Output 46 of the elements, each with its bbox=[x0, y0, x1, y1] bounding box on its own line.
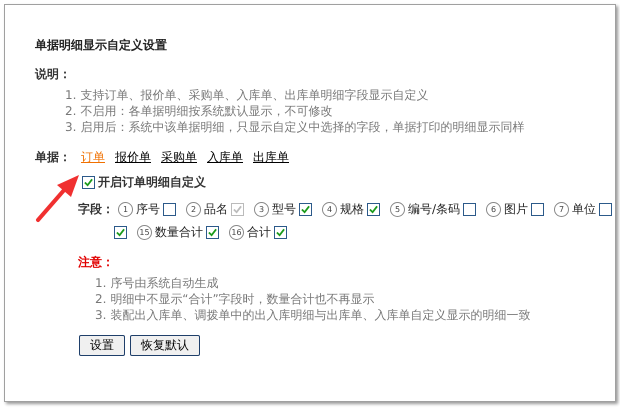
field-label: 编号/条码 bbox=[408, 200, 460, 218]
field-label: 图片 bbox=[504, 200, 528, 218]
doc-type-tab[interactable]: 出库单 bbox=[253, 149, 289, 166]
field-label: 型号 bbox=[272, 200, 296, 218]
form-button[interactable]: 设置 bbox=[79, 335, 125, 356]
field-label: 单位 bbox=[572, 200, 596, 218]
description-item: 3. 启用后：系统中该单据明细，只显示自定义中选择的字段，单据打印的明细显示同样 bbox=[65, 119, 526, 135]
checkbox[interactable] bbox=[367, 202, 380, 216]
description-label: 说明： bbox=[35, 66, 72, 83]
checkbox[interactable] bbox=[463, 202, 476, 216]
doc-type-tab[interactable]: 入库单 bbox=[207, 149, 243, 166]
field-label: 数量合计 bbox=[155, 224, 203, 240]
number-circle: 4 bbox=[322, 202, 337, 216]
notice-item: 2. 明细中不显示“合计”字段时，数量合计也不再显示 bbox=[95, 291, 376, 307]
field-label: 规格 bbox=[340, 200, 364, 218]
description-item: 1. 支持订单、报价单、采购单、入库单、出库单明细字段显示自定义 bbox=[65, 87, 430, 103]
number-circle: 15 bbox=[137, 224, 152, 240]
checkbox[interactable] bbox=[206, 226, 219, 238]
field-label: 序号 bbox=[136, 200, 160, 218]
number-circle: 3 bbox=[254, 202, 269, 216]
checkbox[interactable] bbox=[299, 202, 312, 216]
number-circle: 6 bbox=[486, 202, 502, 216]
field-label: 合计 bbox=[247, 224, 271, 240]
notice-item: 1. 序号由系统自动生成 bbox=[95, 275, 220, 291]
form-button[interactable]: 恢复默认 bbox=[130, 335, 200, 356]
doc-type-tab[interactable]: 采购单 bbox=[161, 149, 197, 166]
notice-label: 注意： bbox=[78, 254, 115, 271]
checkbox[interactable] bbox=[599, 202, 612, 216]
number-circle: 5 bbox=[390, 202, 405, 216]
number-circle: 16 bbox=[229, 224, 244, 240]
number-circle: 7 bbox=[554, 202, 570, 216]
checkbox[interactable] bbox=[274, 226, 287, 238]
enable-label: 开启订单明细自定义 bbox=[98, 174, 206, 191]
fields-label: 字段： bbox=[78, 201, 114, 218]
doc-type-label: 单据： bbox=[35, 149, 71, 166]
doc-type-tab[interactable]: 报价单 bbox=[115, 149, 151, 166]
checkbox[interactable] bbox=[114, 226, 127, 238]
number-circle: 1 bbox=[118, 202, 133, 216]
checkbox[interactable] bbox=[82, 176, 95, 189]
page-title: 单据明细显示自定义设置 bbox=[35, 37, 168, 54]
notice-item: 3. 装配出入库单、调拨单中的出入库明细与出库单、入库单自定义显示的明细一致 bbox=[95, 307, 532, 323]
field-label: 品名 bbox=[204, 200, 228, 218]
checkbox[interactable] bbox=[531, 202, 544, 216]
number-circle: 2 bbox=[186, 202, 201, 216]
description-item: 2. 不启用：各单据明细按系统默认显示，不可修改 bbox=[65, 103, 334, 119]
checkbox[interactable] bbox=[163, 202, 176, 216]
